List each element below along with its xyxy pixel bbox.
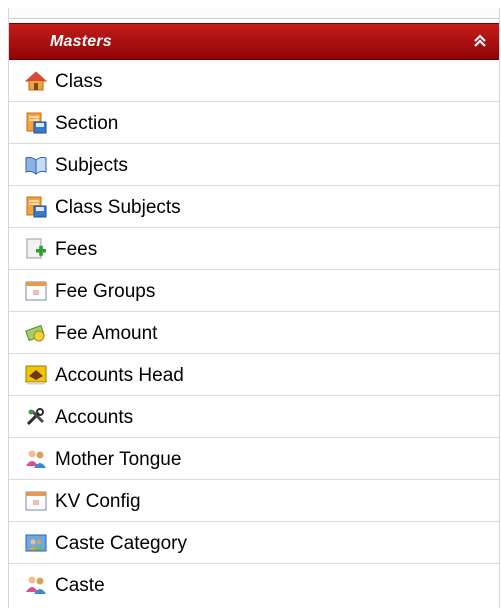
menu-item-label: Class Subjects <box>55 197 181 218</box>
menu-item-label: Class <box>55 71 103 92</box>
menu-item-label: Mother Tongue <box>55 449 182 470</box>
menu-item-label: Fee Groups <box>55 281 156 302</box>
masters-title: Masters <box>50 33 112 50</box>
menu-item-label: Section <box>55 113 119 134</box>
menu-item-label: Fee Amount <box>55 323 158 344</box>
menu-item-label: Accounts Head <box>55 365 184 386</box>
menu-item-label: Accounts <box>55 407 134 428</box>
document-save-icon <box>26 196 47 218</box>
double-chevron-up-icon[interactable] <box>471 32 489 50</box>
menu-item-subjects[interactable]: Subjects <box>9 144 499 186</box>
masters-menu: Class Section Subjects Class Subjects Fe… <box>9 60 499 606</box>
group-picture-icon <box>25 534 47 552</box>
menu-item-mother-tongue[interactable]: Mother Tongue <box>9 438 499 480</box>
people-icon <box>26 576 46 594</box>
masters-panel: Masters Class Section Subjects Class Sub… <box>8 8 500 608</box>
money-icon <box>25 324 45 342</box>
menu-item-section[interactable]: Section <box>9 102 499 144</box>
menu-item-label: Subjects <box>55 155 128 176</box>
menu-item-accounts-head[interactable]: Accounts Head <box>9 354 499 396</box>
menu-item-kv-config[interactable]: KV Config <box>9 480 499 522</box>
masters-header[interactable]: Masters <box>9 23 499 60</box>
menu-item-label: Caste <box>55 575 105 596</box>
menu-item-label: Fees <box>55 239 98 260</box>
menu-item-caste-category[interactable]: Caste Category <box>9 522 499 564</box>
house-icon <box>25 71 47 91</box>
ledger-book-icon <box>25 365 47 385</box>
people-icon <box>26 450 46 468</box>
menu-item-fee-amount[interactable]: Fee Amount <box>9 312 499 354</box>
calendar-window-icon <box>25 281 47 301</box>
open-book-icon <box>25 156 47 176</box>
menu-item-caste[interactable]: Caste <box>9 564 499 606</box>
menu-item-label: Caste Category <box>55 533 188 554</box>
top-divider <box>9 8 499 19</box>
menu-item-accounts[interactable]: Accounts <box>9 396 499 438</box>
menu-item-label: KV Config <box>55 491 141 512</box>
document-save-icon <box>26 112 47 134</box>
page-add-icon <box>26 238 46 259</box>
calendar-window-icon <box>25 491 47 511</box>
menu-item-class[interactable]: Class <box>9 60 499 102</box>
menu-item-class-subjects[interactable]: Class Subjects <box>9 186 499 228</box>
menu-item-fees[interactable]: Fees <box>9 228 499 270</box>
tools-icon <box>26 408 45 426</box>
menu-item-fee-groups[interactable]: Fee Groups <box>9 270 499 312</box>
